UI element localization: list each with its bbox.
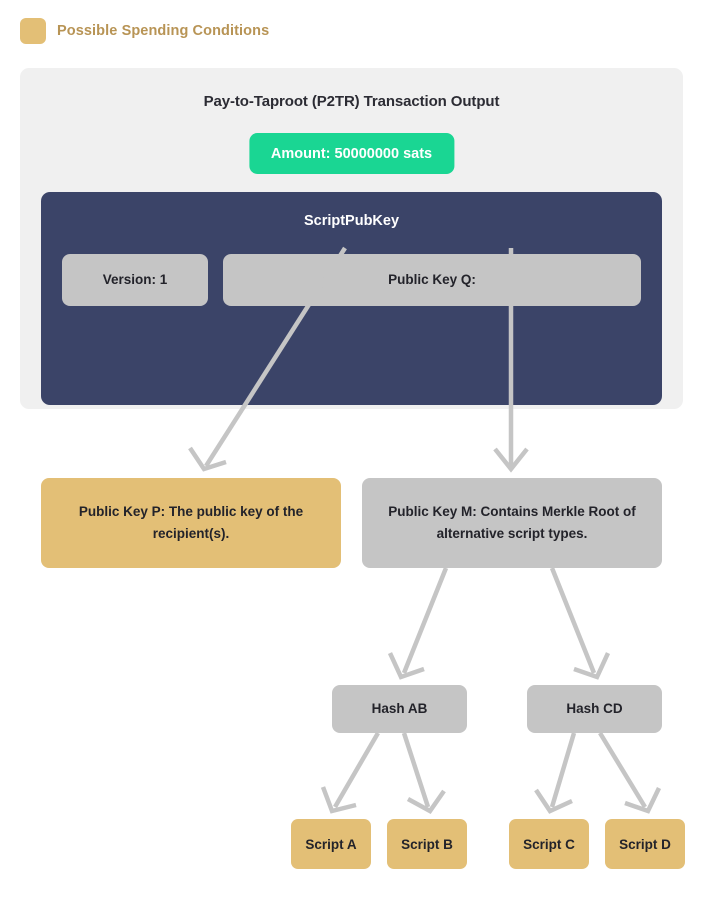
transaction-output-card: Pay-to-Taproot (P2TR) Transaction Output…	[20, 68, 683, 409]
public-key-q-box: Public Key Q:	[223, 254, 641, 306]
arrowhead-hash-cd-to-script-d	[624, 787, 662, 814]
version-box: Version: 1	[62, 254, 208, 306]
hash-ab-box: Hash AB	[332, 685, 467, 733]
arrow-hash-ab-to-script-a	[333, 731, 380, 809]
script-c-box: Script C	[509, 819, 589, 869]
taproot-diagram: Possible Spending Conditions Pay-to-Tapr…	[0, 0, 705, 901]
public-key-p-box: Public Key P: The public key of the reci…	[41, 478, 341, 568]
arrowhead-q-to-m	[493, 447, 529, 473]
legend-label: Possible Spending Conditions	[57, 23, 270, 39]
arrowhead-m-to-hash-ab	[387, 652, 425, 680]
page-title: Pay-to-Taproot (P2TR) Transaction Output	[203, 93, 500, 110]
legend: Possible Spending Conditions	[20, 18, 269, 44]
script-d-box: Script D	[605, 819, 685, 869]
arrow-hash-cd-to-script-c	[549, 732, 577, 808]
amount-badge: Amount: 50000000 sats	[248, 133, 455, 174]
hash-cd-box: Hash CD	[527, 685, 662, 733]
script-a-box: Script A	[291, 819, 371, 869]
scriptpubkey-title: ScriptPubKey	[303, 213, 400, 229]
arrow-m-to-hash-ab	[401, 567, 449, 674]
script-b-box: Script B	[387, 819, 467, 869]
arrowhead-m-to-hash-cd	[573, 652, 611, 680]
arrow-m-to-hash-cd	[549, 567, 597, 674]
arrowhead-hash-cd-to-script-c	[534, 788, 573, 814]
arrowhead-hash-ab-to-script-b	[406, 789, 446, 814]
arrow-hash-cd-to-script-d	[598, 731, 647, 809]
scriptpubkey-panel: ScriptPubKey Version: 1 Public Key Q:	[41, 192, 662, 405]
arrowhead-q-to-p	[188, 446, 227, 472]
public-key-m-box: Public Key M: Contains Merkle Root of al…	[362, 478, 662, 568]
arrowhead-hash-ab-to-script-a	[320, 786, 357, 814]
legend-swatch-icon	[20, 18, 46, 44]
arrow-hash-ab-to-script-b	[401, 732, 431, 808]
